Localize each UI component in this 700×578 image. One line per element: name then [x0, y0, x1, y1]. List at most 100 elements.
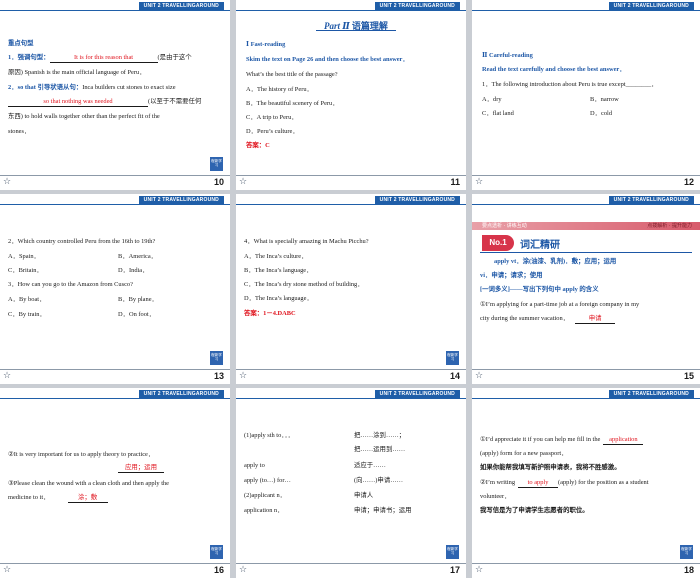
text-line: stones．	[8, 128, 31, 135]
star-icon[interactable]: ☆	[475, 565, 483, 575]
slide-header: UNIT 2 TRAVELLINGAROUND	[236, 0, 466, 11]
slide-13[interactable]: UNIT 2 TRAVELLINGAROUND 2．Which country …	[0, 194, 230, 384]
example-sentence: volunteer．	[480, 493, 511, 500]
unit-tag: UNIT 2 TRAVELLINGAROUND	[374, 390, 460, 398]
example-sentence: medicine to it． 涂；敷	[8, 494, 108, 503]
translation: 如果你能帮我填写新护照申请表，我将不胜感激。	[480, 464, 621, 471]
option-b: B．America．	[118, 253, 158, 260]
option-b: B．The Inca’s language．	[244, 267, 313, 274]
slide-header: UNIT 2 TRAVELLINGAROUND	[0, 0, 230, 11]
example-sentence: ②I’m writing to apply (apply) for the posi…	[480, 479, 649, 488]
slide-footer: ☆ 10	[0, 175, 230, 190]
example-sentence: city during the summer vacation． 申请	[480, 315, 616, 324]
star-icon[interactable]: ☆	[239, 565, 247, 575]
text-line: 东西) to hold walls together other than th…	[8, 113, 160, 120]
slide-footer: ☆ 17	[236, 563, 466, 578]
definition: vi．申请；请求；使用	[480, 272, 543, 279]
page-number: 13	[213, 371, 224, 381]
slide-11[interactable]: UNIT 2 TRAVELLINGAROUND Part Ⅱ 语篇理解 Ⅰ Fas…	[236, 0, 466, 190]
logo-badge: 程新学习	[680, 545, 693, 559]
section-banner: 要点透析 · 讲练互动 点拨解析 · 提升能力	[472, 222, 700, 230]
page-number: 18	[683, 565, 694, 575]
option-a: A．The Inca’s culture．	[244, 253, 308, 260]
item-1: 1．强调句型： It is for this reason that (是由于这个	[8, 54, 192, 63]
slide-17[interactable]: UNIT 2 TRAVELLINGAROUND (1)apply sth to．…	[236, 388, 466, 578]
phrase-meaning: 申请；申请书；运用	[354, 507, 412, 514]
slide-10[interactable]: UNIT 2 TRAVELLINGAROUND 重点句型 1．强调句型： It i…	[0, 0, 230, 190]
slide-15[interactable]: UNIT 2 TRAVELLINGAROUND 要点透析 · 讲练互动 点拨解析 …	[472, 194, 700, 384]
page-number: 12	[683, 177, 694, 187]
phrase: apply to	[244, 462, 265, 469]
option-d: D．cold	[590, 110, 613, 117]
question: What’s the best title of the passage?	[246, 71, 338, 78]
option-a: A．Spain．	[8, 253, 40, 260]
star-icon[interactable]: ☆	[3, 371, 11, 381]
section-title: Ⅰ Fast-reading	[246, 41, 286, 48]
page-number: 17	[449, 565, 460, 575]
unit-tag: UNIT 2 TRAVELLINGAROUND	[138, 196, 224, 204]
star-icon[interactable]: ☆	[239, 177, 247, 187]
unit-tag: UNIT 2 TRAVELLINGAROUND	[608, 196, 694, 204]
option-d: D．The Inca’s language．	[244, 295, 313, 302]
phrase-meaning: (向……)申请……	[354, 477, 403, 484]
phrase: (1)apply sth to．．．	[244, 432, 295, 439]
slide-18[interactable]: UNIT 2 TRAVELLINGAROUND ①I’d appreciate …	[472, 388, 700, 578]
slide-14[interactable]: UNIT 2 TRAVELLINGAROUND 4．What is specia…	[236, 194, 466, 384]
translation: 我写信是为了申请学生志愿者的职位。	[480, 507, 589, 514]
slide-footer: ☆ 18	[472, 563, 700, 578]
section-title: Ⅱ Careful-reading	[482, 52, 533, 59]
slide-header: UNIT 2 TRAVELLINGAROUND	[236, 194, 466, 205]
vocab-title: 词汇精研	[520, 240, 560, 251]
phrase: (2)applicant n．	[244, 492, 287, 499]
page-number: 16	[213, 565, 224, 575]
slide-16[interactable]: UNIT 2 TRAVELLINGAROUND ②It is very impo…	[0, 388, 230, 578]
logo-badge: 程新学习	[446, 351, 459, 365]
example-sentence: ①I’m applying for a part-time job at a f…	[480, 301, 640, 308]
phrase-meaning: 把……运用到……	[354, 446, 406, 453]
option-b: B．narrow	[590, 96, 619, 103]
star-icon[interactable]: ☆	[3, 565, 11, 575]
slide-footer: ☆ 11	[236, 175, 466, 190]
answer: 答案：C	[246, 142, 270, 149]
star-icon[interactable]: ☆	[475, 177, 483, 187]
logo-badge: 程新学习	[210, 545, 223, 559]
page-number: 14	[449, 371, 460, 381]
option-c: C．Britain．	[8, 267, 43, 274]
answer-line: so that nothing was needed (以至于不需要任何	[8, 98, 201, 107]
question: 2．Which country controlled Peru from the…	[8, 238, 156, 245]
option-d: D．Peru’s culture．	[246, 128, 299, 135]
instruction: Skim the text on Page 26 and then choose…	[246, 56, 409, 63]
heading: 重点句型	[8, 40, 34, 47]
slide-header: UNIT 2 TRAVELLINGAROUND	[0, 388, 230, 399]
slide-header: UNIT 2 TRAVELLINGAROUND	[0, 194, 230, 205]
instruction: Read the text carefully and choose the b…	[482, 66, 626, 73]
phrase: application n．	[244, 507, 284, 514]
option-c: C．A trip to Peru．	[246, 114, 298, 121]
slide-footer: ☆ 12	[472, 175, 700, 190]
answer-line: 应用；运用	[118, 464, 164, 473]
definition: apply vt．涂(油漆、乳剂)．敷；应用；运用	[494, 258, 617, 265]
logo-badge: 程新学习	[446, 545, 459, 559]
question: 4．What is specially amazing in Machu Pic…	[244, 238, 369, 245]
unit-tag: UNIT 2 TRAVELLINGAROUND	[608, 2, 694, 10]
option-c: C．By train．	[8, 311, 46, 318]
logo-badge: 程新学习	[210, 157, 223, 171]
phrase-meaning: 把……涂到……；	[354, 432, 406, 439]
slide-footer: ☆ 14	[236, 369, 466, 384]
option-a: A．By boat．	[8, 296, 46, 303]
question: 1．The following introduction about Peru …	[482, 81, 658, 88]
option-a: A．The history of Peru．	[246, 86, 313, 93]
star-icon[interactable]: ☆	[475, 371, 483, 381]
star-icon[interactable]: ☆	[3, 177, 11, 187]
instruction: [一词多义]——写出下列句中 apply 的含义	[480, 286, 599, 293]
slide-12[interactable]: UNIT 2 TRAVELLINGAROUND Ⅱ Careful-readin…	[472, 0, 700, 190]
slide-header: UNIT 2 TRAVELLINGAROUND	[472, 194, 700, 205]
star-icon[interactable]: ☆	[239, 371, 247, 381]
question: 3．How can you go to the Amazon from Cusc…	[8, 281, 133, 288]
unit-tag: UNIT 2 TRAVELLINGAROUND	[138, 390, 224, 398]
example-sentence: ③Please clean the wound with a clean clo…	[8, 480, 170, 487]
number-badge: No.1	[482, 235, 514, 251]
option-b: B．By plane．	[118, 296, 158, 303]
unit-tag: UNIT 2 TRAVELLINGAROUND	[374, 196, 460, 204]
option-b: B．The beautiful scenery of Peru．	[246, 100, 339, 107]
